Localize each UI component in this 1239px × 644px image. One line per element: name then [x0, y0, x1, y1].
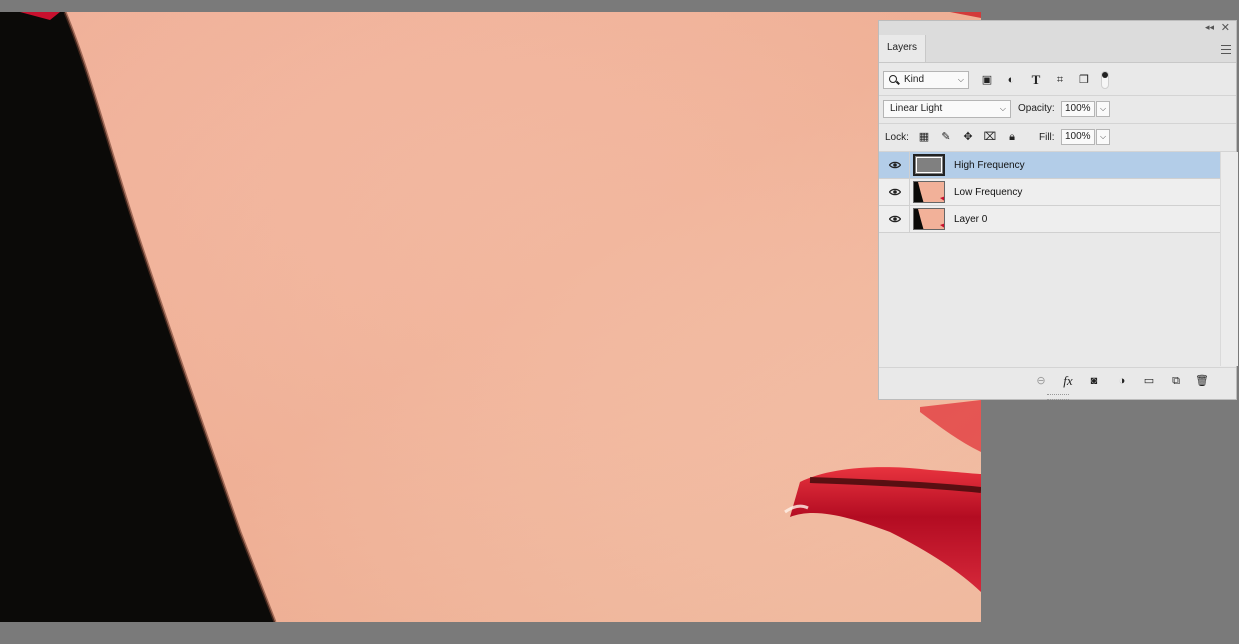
layers-panel: ◂◂ ✕ Layers Kind ⌵ ▣ ◐ T ⌗ ❐ Linear Ligh…	[878, 20, 1238, 400]
lock-all-icon[interactable]: 🔒︎	[1005, 130, 1019, 144]
double-chevron-left-icon[interactable]: ◂◂	[1205, 22, 1214, 33]
opacity-field[interactable]: 100%	[1061, 101, 1095, 117]
shape-filter-icon[interactable]: ⌗	[1053, 73, 1067, 87]
hamburger-menu-icon[interactable]	[1221, 45, 1231, 54]
layer-row-layer-0[interactable]: Layer 0	[879, 206, 1220, 233]
eye-visibility-icon[interactable]	[889, 188, 901, 196]
layer-row-high-frequency[interactable]: High Frequency	[879, 152, 1220, 179]
fx-icon[interactable]: fx	[1061, 374, 1075, 388]
filter-toggle-icon[interactable]	[1101, 71, 1109, 89]
lock-transparent-pixels-icon[interactable]: ▦	[917, 130, 931, 144]
opacity-dropdown-button[interactable]: ⌵	[1096, 101, 1110, 117]
visibility-divider	[909, 152, 910, 178]
layers-list: High Frequency Low Frequency Layer 0	[879, 152, 1220, 366]
layer-name[interactable]: High Frequency	[954, 160, 1025, 171]
lock-row: Lock: ▦ ✎ ✥ ⌧ 🔒︎ Fill: 100% ⌵	[879, 123, 1236, 152]
layer-thumbnail	[913, 208, 945, 230]
new-layer-icon[interactable]: ⧉	[1169, 374, 1183, 388]
adjustment-filter-icon[interactable]: ◐	[1004, 73, 1018, 87]
lock-position-icon[interactable]: ✥	[961, 130, 975, 144]
fill-label: Fill:	[1039, 132, 1055, 143]
link-layers-icon[interactable]: ⊖	[1034, 374, 1048, 388]
image-filter-icon[interactable]: ▣	[980, 73, 994, 87]
layer-thumbnail	[913, 154, 945, 176]
chevron-down-icon: ⌵	[957, 75, 964, 84]
layer-row-low-frequency[interactable]: Low Frequency	[879, 179, 1220, 206]
visibility-divider	[909, 179, 910, 205]
visibility-divider	[909, 206, 910, 232]
kind-filter-label: Kind	[904, 74, 925, 85]
skin-closeup-photo	[0, 12, 981, 622]
blend-mode-select[interactable]: Linear Light ⌵	[883, 100, 1011, 118]
blend-row: Linear Light ⌵ Opacity: 100% ⌵	[879, 95, 1236, 124]
panel-resize-grip[interactable]	[1047, 394, 1069, 400]
opacity-label: Opacity:	[1018, 103, 1055, 114]
layers-bottom-toolbar: ⊖ fx ◙ ◑ ▭ ⧉ 🗑︎	[879, 367, 1236, 394]
layer-thumbnail	[913, 181, 945, 203]
adjustment-layer-icon[interactable]: ◑	[1115, 374, 1129, 388]
type-filter-icon[interactable]: T	[1029, 73, 1043, 87]
panel-title-bar: ◂◂ ✕	[879, 21, 1236, 35]
lock-artboard-icon[interactable]: ⌧	[983, 130, 997, 144]
filter-row: Kind ⌵ ▣ ◐ T ⌗ ❐	[879, 67, 1236, 96]
close-icon[interactable]: ✕	[1221, 21, 1230, 34]
kind-filter-select[interactable]: Kind ⌵	[883, 71, 969, 89]
blend-mode-value: Linear Light	[890, 103, 943, 114]
layer-name[interactable]: Layer 0	[954, 214, 987, 225]
group-folder-icon[interactable]: ▭	[1142, 374, 1156, 388]
search-icon	[889, 75, 897, 83]
tab-layers[interactable]: Layers	[879, 35, 926, 62]
panel-tab-strip: Layers	[879, 35, 1236, 63]
eye-visibility-icon[interactable]	[889, 161, 901, 169]
eye-visibility-icon[interactable]	[889, 215, 901, 223]
layer-mask-icon[interactable]: ◙	[1087, 374, 1101, 388]
layer-name[interactable]: Low Frequency	[954, 187, 1022, 198]
trash-icon[interactable]: 🗑︎	[1195, 374, 1209, 388]
chevron-down-icon: ⌵	[999, 104, 1006, 113]
fill-dropdown-button[interactable]: ⌵	[1096, 129, 1110, 145]
smart-object-filter-icon[interactable]: ❐	[1077, 73, 1091, 87]
document-canvas[interactable]	[0, 12, 981, 622]
lock-label: Lock:	[885, 132, 909, 143]
lock-image-pixels-icon[interactable]: ✎	[939, 130, 953, 144]
layers-scrollbar[interactable]	[1220, 152, 1238, 366]
fill-field[interactable]: 100%	[1061, 129, 1095, 145]
